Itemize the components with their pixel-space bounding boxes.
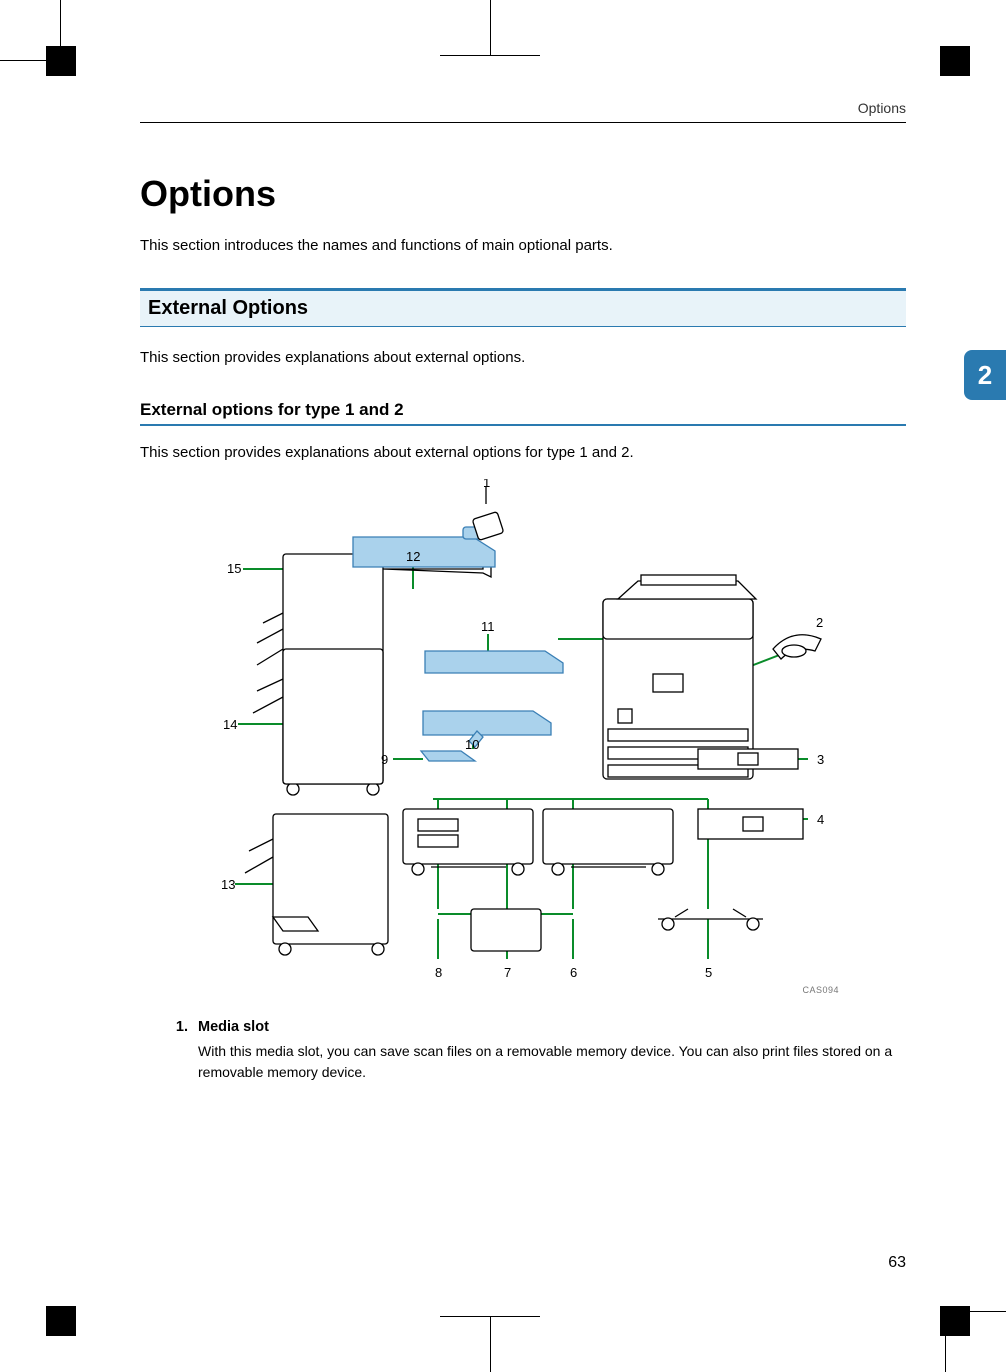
subsection-body: This section provides explanations about…	[140, 444, 906, 461]
intro-text: This section introduces the names and fu…	[140, 237, 906, 254]
callout-4: 4	[817, 812, 824, 827]
callout-6: 6	[570, 965, 577, 980]
running-header: Options	[140, 100, 906, 123]
callout-14: 14	[223, 717, 237, 732]
callout-10: 10	[465, 737, 479, 752]
list-number: 1.	[170, 1019, 188, 1083]
page-number: 63	[888, 1254, 906, 1272]
page-title: Options	[140, 173, 906, 215]
callout-7: 7	[504, 965, 511, 980]
callout-2: 2	[816, 615, 823, 630]
callout-12: 12	[406, 549, 420, 564]
chapter-tab: 2	[964, 350, 1006, 400]
callout-3: 3	[817, 752, 824, 767]
callout-13: 13	[221, 877, 235, 892]
list-item-1: 1. Media slot With this media slot, you …	[140, 1019, 906, 1083]
diagram-external-options: 1 2 3 4 5 6 7 8 9 10 11 12 13 14 15 CAS0…	[203, 479, 843, 999]
callout-1: 1	[483, 479, 490, 490]
list-term: Media slot	[198, 1019, 906, 1035]
callout-9: 9	[381, 752, 388, 767]
section-body: This section provides explanations about…	[140, 349, 906, 366]
callout-11: 11	[481, 619, 495, 634]
page-content: Options Options This section introduces …	[140, 100, 906, 1272]
section-heading-external-options: External Options	[140, 288, 906, 327]
list-description: With this media slot, you can save scan …	[198, 1041, 906, 1083]
callout-5: 5	[705, 965, 712, 980]
callout-15: 15	[227, 561, 241, 576]
figure-id: CAS094	[802, 985, 839, 995]
subsection-heading: External options for type 1 and 2	[140, 400, 906, 426]
callout-8: 8	[435, 965, 442, 980]
